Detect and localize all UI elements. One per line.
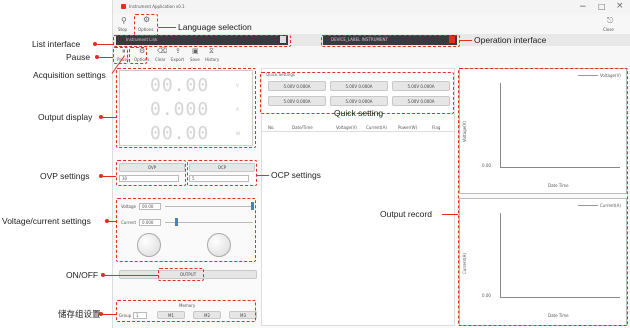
annot-box-language [134, 14, 158, 36]
save-label[interactable]: Save [190, 57, 200, 62]
stop-label[interactable]: Stop [118, 27, 127, 32]
minimize-button[interactable]: − [579, 2, 587, 12]
annot-box-ovp [116, 160, 186, 186]
column-header[interactable]: Flag [432, 125, 440, 130]
annot-line-ovp [102, 176, 116, 177]
annot-box-onoff [158, 268, 204, 281]
annot-dot-pause [95, 55, 99, 59]
annot-acq: Acquisition settings [33, 70, 106, 80]
annot-line-list [96, 44, 113, 45]
annot-output-display: Output display [38, 112, 93, 122]
annot-ocp: OCP settings [271, 170, 321, 180]
annot-quick: Quick setting [334, 108, 384, 118]
annot-line-pause [98, 57, 113, 58]
annot-list: List interface [32, 39, 81, 49]
annot-dot-onoff [101, 273, 105, 277]
history-icon[interactable]: ⧖ [209, 47, 214, 56]
clear-icon[interactable]: ⌫ [157, 47, 167, 55]
annot-ovp: OVP settings [40, 171, 90, 181]
annot-box-vc [116, 198, 256, 262]
exit-icon[interactable]: ⎋ [607, 16, 613, 26]
annot-language: Language selection [178, 22, 252, 32]
annot-operation: Operation interface [474, 35, 547, 45]
annot-onoff: ON/OFF [66, 270, 99, 280]
annot-dot-vc [105, 219, 109, 223]
annot-dot-list [93, 42, 97, 46]
annot-line-ocp [257, 175, 269, 176]
column-header[interactable]: Voltage(V) [336, 125, 357, 130]
annot-line-onoff [104, 275, 158, 276]
record-table-header: No. Date/Time Voltage(V) Current(A) Powe… [262, 123, 454, 132]
history-label[interactable]: History [205, 57, 219, 62]
annot-vc: Voltage/current settings [2, 216, 91, 226]
column-header[interactable]: No. [268, 125, 275, 130]
toolbar-acquisition: ⏸ Pause ⚙ Options ⌫ Clear ⇪ Export ▣ Sav… [113, 46, 630, 64]
column-header[interactable]: Power(W) [398, 125, 417, 130]
annot-line-memory [102, 314, 116, 315]
maximize-button[interactable]: □ [598, 2, 606, 11]
annot-box-display [116, 68, 256, 148]
export-label[interactable]: Export [171, 57, 184, 62]
annot-record: Output record [380, 209, 432, 219]
annot-box-ocp [187, 160, 257, 186]
annot-box-acq [129, 47, 147, 64]
annot-line-vc [108, 221, 116, 222]
window-title: Instrument Application v0.1 [129, 4, 185, 9]
clear-label[interactable]: Clear [155, 57, 165, 62]
annot-box-operation [321, 35, 460, 47]
export-icon[interactable]: ⇪ [175, 47, 181, 55]
column-header[interactable]: Current(A) [366, 125, 387, 130]
annot-dot-display [99, 115, 103, 119]
app-icon [121, 4, 126, 9]
annot-box-list [113, 35, 291, 47]
save-icon[interactable]: ▣ [192, 47, 199, 55]
search-icon[interactable]: ⚲ [121, 16, 127, 25]
annot-box-record [458, 68, 628, 326]
close-label[interactable]: Close [603, 27, 614, 32]
annot-pause: Pause [66, 52, 91, 62]
title-bar: Instrument Application v0.1 − □ × [113, 0, 630, 14]
annot-box-memory [116, 300, 256, 322]
annot-line-record [442, 214, 458, 215]
annot-memory: 储存组设置 [58, 309, 101, 319]
annot-line-operation [460, 40, 472, 41]
close-button[interactable]: × [616, 1, 624, 11]
annot-line-display [102, 117, 116, 118]
column-header[interactable]: Date/Time [292, 125, 313, 130]
annot-dot-ovp [99, 174, 103, 178]
annot-line-language [158, 27, 176, 28]
